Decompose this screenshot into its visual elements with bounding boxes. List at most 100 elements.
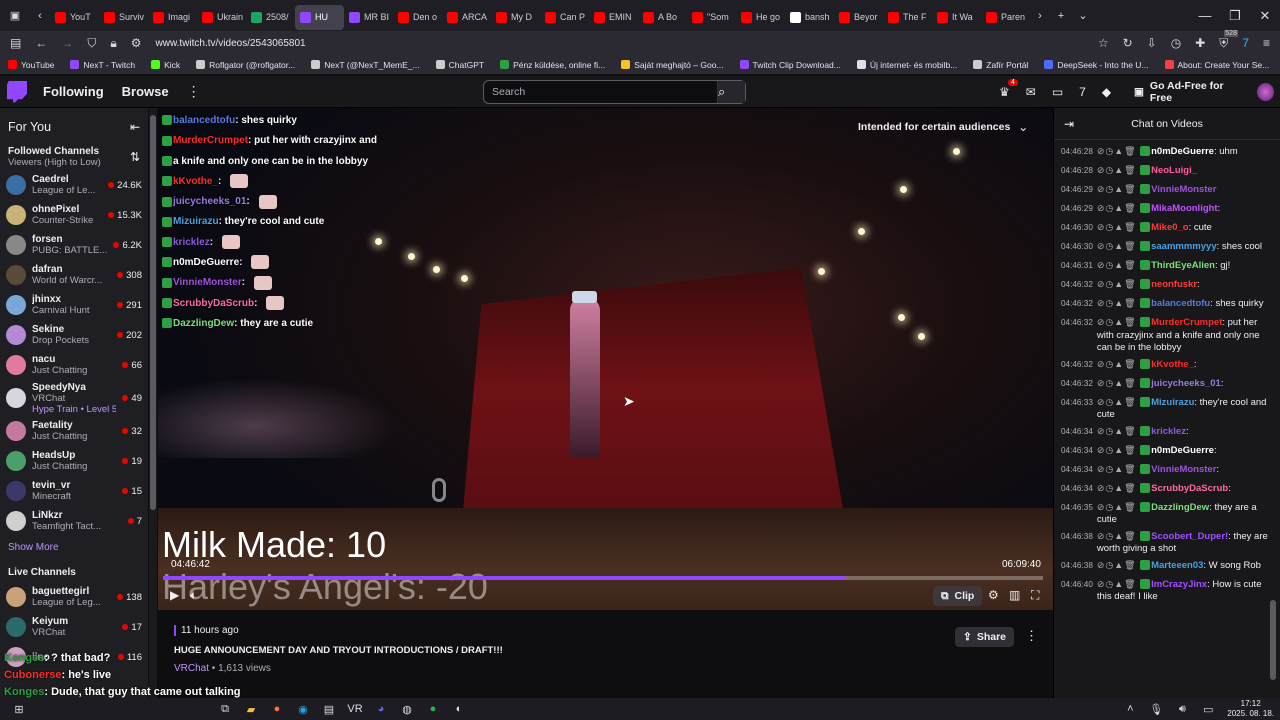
forward-button[interactable]: → <box>61 36 73 50</box>
whispers-icon[interactable]: ▭ <box>1052 85 1063 99</box>
mod-action-icons[interactable]: ⊘◷▲🗑︎ <box>1097 502 1140 512</box>
sidebar-toggle-icon[interactable]: ▤ <box>10 36 21 50</box>
extensions-icon[interactable]: ✚ <box>1195 36 1205 50</box>
back-button[interactable]: ← <box>35 36 47 50</box>
sidebar-channel[interactable]: Sekine Drop Pockets 202 <box>0 320 148 350</box>
file-explorer-icon[interactable]: ▰ <box>238 700 264 718</box>
sidebar-scroll-thumb[interactable] <box>150 115 156 510</box>
share-button[interactable]: ⇪ Share <box>955 627 1014 647</box>
firefox-icon[interactable]: ● <box>264 700 290 718</box>
spotify-icon[interactable]: ● <box>420 700 446 718</box>
mod-action-icons[interactable]: ⊘◷▲🗑︎ <box>1097 378 1140 388</box>
chat-username[interactable]: DazzlingDew <box>1151 502 1209 513</box>
mod-action-icons[interactable]: ⊘◷▲🗑︎ <box>1097 483 1140 493</box>
url-bar[interactable]: www.twitch.tv/videos/2543065801 <box>156 38 306 49</box>
sidebar-channel[interactable]: Keiyum VRChat 17 <box>0 612 148 642</box>
speaker-tray-icon[interactable]: 🔊︎ <box>1169 700 1195 718</box>
audience-dropdown[interactable]: Intended for certain audiences ⌄ <box>858 120 1028 134</box>
following-link[interactable]: Following <box>43 84 104 99</box>
browser-tab[interactable]: My D <box>491 5 540 30</box>
sort-icon[interactable]: ⇅ <box>130 150 140 164</box>
mod-action-icons[interactable]: ⊘◷▲🗑︎ <box>1097 426 1140 436</box>
bookmark-item[interactable]: Kick <box>151 60 180 70</box>
bookmark-star-icon[interactable]: ☆ <box>1098 36 1109 50</box>
mod-action-icons[interactable]: ⊘◷▲🗑︎ <box>1097 146 1140 156</box>
chat-username[interactable]: Marteeen03 <box>1151 560 1203 571</box>
sidebar-channel[interactable]: dafran World of Warcr... 308 <box>0 260 148 290</box>
shield-icon[interactable]: ⛉ <box>87 36 96 51</box>
prime-crown-icon[interactable]: ♛ 4 <box>999 79 1018 99</box>
chat-username[interactable]: n0mDeGuerre <box>1151 445 1214 456</box>
bookmark-item[interactable]: DeepSeek - Into the U... <box>1044 60 1149 70</box>
browser-tab[interactable]: Imagi <box>148 5 197 30</box>
browser-tab[interactable]: bansh <box>785 5 834 30</box>
fullscreen-icon[interactable]: ⛶ <box>1031 588 1039 603</box>
battery-tray-icon[interactable]: ▭ <box>1195 700 1221 718</box>
mod-action-icons[interactable]: ⊘◷▲🗑︎ <box>1097 222 1140 232</box>
restore-button[interactable]: ❐ <box>1220 8 1250 24</box>
play-button[interactable]: ▶ <box>170 588 179 602</box>
browser-tab[interactable]: Surviv <box>99 5 148 30</box>
browser-tab[interactable]: Can P <box>540 5 589 30</box>
close-window-button[interactable]: ✕ <box>1250 8 1280 24</box>
sidebar-channel[interactable]: SpeedyNya VRChat Hype Train • Level 5 49 <box>0 380 148 416</box>
browser-tab[interactable]: ARCA <box>442 5 491 30</box>
chat-username[interactable]: kricklez <box>1151 426 1186 437</box>
browser-tab[interactable]: A Bo <box>638 5 687 30</box>
steam-icon[interactable]: ◐ <box>446 700 472 718</box>
browser-tab[interactable]: 2508/ <box>246 5 295 30</box>
clock[interactable]: 17:12 2025. 08. 18. <box>1227 699 1274 719</box>
ublock-icon[interactable]: ⛨ 528 <box>1219 29 1238 51</box>
chat-username[interactable]: ScrubbyDaScrub <box>1151 483 1228 494</box>
sidebar-channel[interactable]: ohnePixel Counter-Strike 15.3K <box>0 200 148 230</box>
chat-username[interactable]: saammmmyyy <box>1151 241 1217 252</box>
minimize-button[interactable]: — <box>1190 8 1220 23</box>
bookmark-item[interactable]: Roflgator (@roflgator... <box>196 60 295 70</box>
mic-tray-icon[interactable]: 🎙︎ <box>1143 700 1169 718</box>
notepad-icon[interactable]: ▤ <box>316 700 342 718</box>
mod-action-icons[interactable]: ⊘◷▲🗑︎ <box>1097 165 1140 175</box>
mod-action-icons[interactable]: ⊘◷▲🗑︎ <box>1097 241 1140 251</box>
chat-username[interactable]: VinnieMonster <box>1151 184 1216 195</box>
browser-tab[interactable]: YouT <box>50 5 99 30</box>
bookmark-item[interactable]: NexT - Twitch <box>70 60 135 70</box>
go-ad-free-button[interactable]: ▣ Go Ad-Free for Free <box>1128 80 1280 104</box>
mod-action-icons[interactable]: ⊘◷▲🗑︎ <box>1097 560 1140 570</box>
search-input[interactable]: Search ⌕ <box>483 80 746 104</box>
chat-username[interactable]: neonfuskr <box>1151 279 1197 290</box>
sidebar-channel[interactable]: LiNkzr Teamfight Tact... 7 <box>0 506 148 536</box>
new-tab-button[interactable]: + <box>1050 7 1072 25</box>
collapse-sidebar-icon[interactable]: ⇤ <box>130 120 140 134</box>
show-more-link[interactable]: Show More <box>0 536 148 559</box>
chat-username[interactable]: MikaMoonlight <box>1151 203 1218 214</box>
seven-tv-nav-icon[interactable]: 7 <box>1079 85 1086 99</box>
twitch-logo-icon[interactable] <box>7 80 27 103</box>
bookmark-item[interactable]: Saját meghajtó – Goo... <box>621 60 724 70</box>
menu-icon[interactable]: ≡ <box>1263 36 1270 50</box>
firefox-view-icon[interactable]: ▣ <box>0 7 30 25</box>
bookmark-item[interactable]: Új internet- és mobilb... <box>856 60 957 70</box>
chat-username[interactable]: MurderCrumpet <box>1151 317 1222 328</box>
browser-tab[interactable]: MR BI <box>344 5 393 30</box>
mod-action-icons[interactable]: ⊘◷▲🗑︎ <box>1097 359 1140 369</box>
bookmark-item[interactable]: NexT (@NexT_MemE_... <box>311 60 420 70</box>
tray-chevron-icon[interactable]: ˄ <box>1117 700 1143 718</box>
more-dots-icon[interactable]: ⋮ <box>187 83 201 100</box>
chat-username[interactable]: balancedtofu <box>1151 298 1210 309</box>
sidebar-channel[interactable]: forsen PUBG: BATTLE... 6.2K <box>0 230 148 260</box>
sidebar-channel[interactable]: Caedrel League of Le... 24.6K <box>0 170 148 200</box>
chrome-icon[interactable]: ◍ <box>394 700 420 718</box>
sidebar-channel[interactable]: baguettegirl League of Leg... 138 <box>0 582 148 612</box>
bookmark-item[interactable]: ChatGPT <box>435 60 484 70</box>
mod-action-icons[interactable]: ⊘◷▲🗑︎ <box>1097 298 1140 308</box>
history-icon[interactable]: ◷ <box>1171 36 1181 50</box>
bookmark-item[interactable]: Zafír Portál <box>973 60 1028 70</box>
tab-list-icon[interactable]: ⌄ <box>1072 7 1094 25</box>
chat-username[interactable]: Scoobert_Duper! <box>1151 531 1228 542</box>
bookmark-item[interactable]: YouTube <box>8 60 54 70</box>
browser-tab[interactable]: Beyor <box>834 5 883 30</box>
downloads-icon[interactable]: ⇩ <box>1147 36 1157 50</box>
browser-tab[interactable]: The F <box>883 5 932 30</box>
mod-action-icons[interactable]: ⊘◷▲🗑︎ <box>1097 184 1140 194</box>
tab-scroll-left-icon[interactable]: ‹ <box>30 7 50 25</box>
